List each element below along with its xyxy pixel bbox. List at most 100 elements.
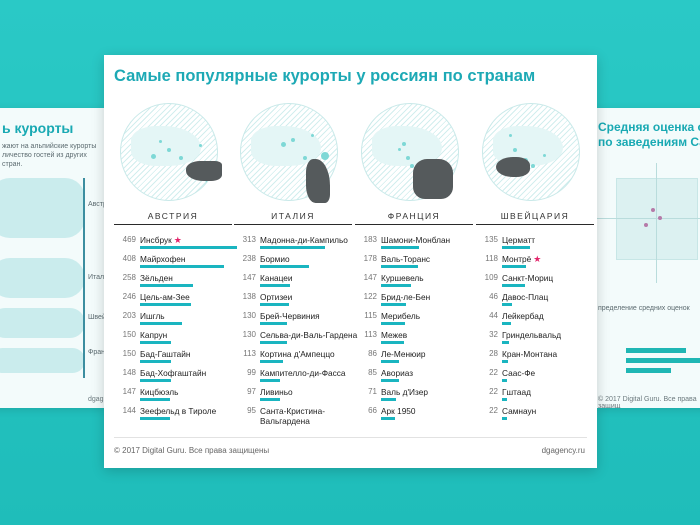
resort-name: Сельва-ди-Валь-Гардена: [260, 330, 357, 340]
resort-name-text: Зёльден: [140, 273, 173, 283]
country-name: ИТАЛИЯ: [271, 211, 315, 221]
resort-row: 32 Гриндельвальд: [476, 330, 594, 349]
resort-row: 130 Сельва-ди-Валь-Гардена: [234, 330, 357, 349]
resort-row: 95 Санта-Кристина-Вальгардена: [234, 406, 352, 426]
resort-dot: [199, 144, 202, 147]
resort-row: 115 Мерибель: [355, 311, 473, 330]
globe-map: [120, 103, 218, 201]
map-road: [656, 163, 657, 283]
resort-row: 150 Капрун: [114, 330, 232, 349]
resort-name-text: Бад-Гаштайн: [140, 349, 191, 359]
resort-bar: [381, 398, 396, 401]
resort-value: 118: [485, 254, 498, 263]
resort-name-text: Санта-Кристина-Вальгардена: [260, 406, 325, 426]
resort-bar: [260, 284, 290, 287]
resort-bar: [381, 341, 404, 344]
city-map: [616, 178, 698, 260]
resort-row: 147 Куршевель: [355, 273, 473, 292]
resort-name: Зёльден: [140, 273, 173, 283]
resort-bar: [140, 246, 237, 249]
resort-name-text: Куршевель: [381, 273, 424, 283]
resort-row: 138 Ортизеи: [234, 292, 352, 311]
resort-row: 135 Церматт: [476, 235, 594, 254]
country-underline: [114, 224, 232, 225]
resort-dot: [406, 156, 410, 160]
resort-value: 86: [368, 349, 377, 358]
resort-row: 22 Самнаун: [476, 406, 594, 425]
resort-name-text: Кран-Монтана: [502, 349, 558, 359]
resort-value: 22: [489, 387, 498, 396]
resort-name: Ливиньо: [260, 387, 293, 397]
resort-name-text: Ливиньо: [260, 387, 293, 397]
resort-name: Кортина д'Ампеццо: [260, 349, 335, 359]
map-point: [658, 216, 662, 220]
resort-bar: [140, 341, 171, 344]
resort-value: 95: [247, 406, 256, 415]
resort-name-text: Кортина д'Ампеццо: [260, 349, 335, 359]
resort-value: 130: [242, 330, 256, 339]
resort-bar: [140, 360, 171, 363]
resort-name-text: Мерибель: [381, 311, 421, 321]
resort-name-text: Арк 1950: [381, 406, 416, 416]
resort-name-text: Ортизеи: [260, 292, 293, 302]
resort-name: Мерибель: [381, 311, 420, 321]
resort-name-text: Межев: [381, 330, 408, 340]
site-link[interactable]: dgagency.ru: [542, 446, 585, 455]
resort-bar: [260, 246, 325, 249]
resort-value: 147: [242, 273, 256, 282]
resort-value: 85: [368, 368, 377, 377]
resort-row: 147 Кицбюэль: [114, 387, 232, 406]
resort-row: 46 Давос-Плац: [476, 292, 594, 311]
resort-name-text: Капрун: [140, 330, 168, 340]
left-background-card: ь курорты жают на альпийские курорты лич…: [0, 108, 105, 408]
resort-dot: [509, 134, 512, 137]
resort-name-text: Саас-Фе: [502, 368, 536, 378]
resort-value: 22: [489, 368, 498, 377]
resort-name-text: Ишгль: [140, 311, 165, 321]
resort-dot: [311, 134, 314, 137]
country-name: ШВЕЙЦАРИЯ: [500, 211, 570, 221]
resort-value: 150: [122, 349, 136, 358]
resort-row: 113 Кортина д'Ампеццо: [234, 349, 352, 368]
resort-row: 122 Брид-ле-Бен: [355, 292, 473, 311]
resort-name: Церматт: [502, 235, 535, 245]
resort-value: 109: [484, 273, 498, 282]
resort-name-text: Гштаад: [502, 387, 531, 397]
resort-bar: [260, 265, 309, 268]
resort-name-text: Церматт: [502, 235, 536, 245]
resort-row: 203 Ишгль: [114, 311, 232, 330]
resort-name: Монтрё ★: [502, 254, 541, 265]
globe-map: [482, 103, 580, 201]
map-land: [131, 126, 201, 166]
left-label-2: Швейц: [88, 314, 105, 321]
resort-name: Гштаад: [502, 387, 531, 397]
map-point: [651, 208, 655, 212]
resort-name-text: Зеефельд в Тироле: [140, 406, 217, 416]
resort-value: 258: [122, 273, 136, 282]
resort-bar: [502, 341, 509, 344]
resort-row: 44 Лейкербад: [476, 311, 594, 330]
resort-bar: [502, 303, 512, 306]
resort-dot: [159, 140, 162, 143]
resort-dot: [398, 148, 401, 151]
hist-bar: [626, 358, 700, 363]
resort-name-text: Гриндельвальд: [502, 330, 562, 340]
resort-name: Кицбюэль: [140, 387, 178, 397]
resort-row: 22 Гштаад: [476, 387, 594, 406]
resort-bar: [260, 360, 283, 363]
main-card: Самые популярные курорты у россиян по ст…: [104, 55, 597, 468]
resort-dot: [167, 148, 171, 152]
resort-name: Санкт-Мориц: [502, 273, 553, 283]
flow-band: [0, 308, 85, 338]
resort-value: 178: [363, 254, 377, 263]
star-icon: ★: [533, 254, 542, 264]
resort-bar: [381, 360, 399, 363]
resort-name-text: Бормио: [260, 254, 290, 264]
resort-bar: [502, 398, 507, 401]
resort-bar: [381, 379, 399, 382]
left-card-text: жают на альпийские курорты личество гост…: [2, 143, 97, 168]
country-name: АВСТРИЯ: [147, 211, 199, 221]
resort-bar: [381, 265, 418, 268]
resort-bar: [381, 246, 419, 249]
right-card-title: Средняя оценка о по заведениям Са: [598, 120, 700, 149]
